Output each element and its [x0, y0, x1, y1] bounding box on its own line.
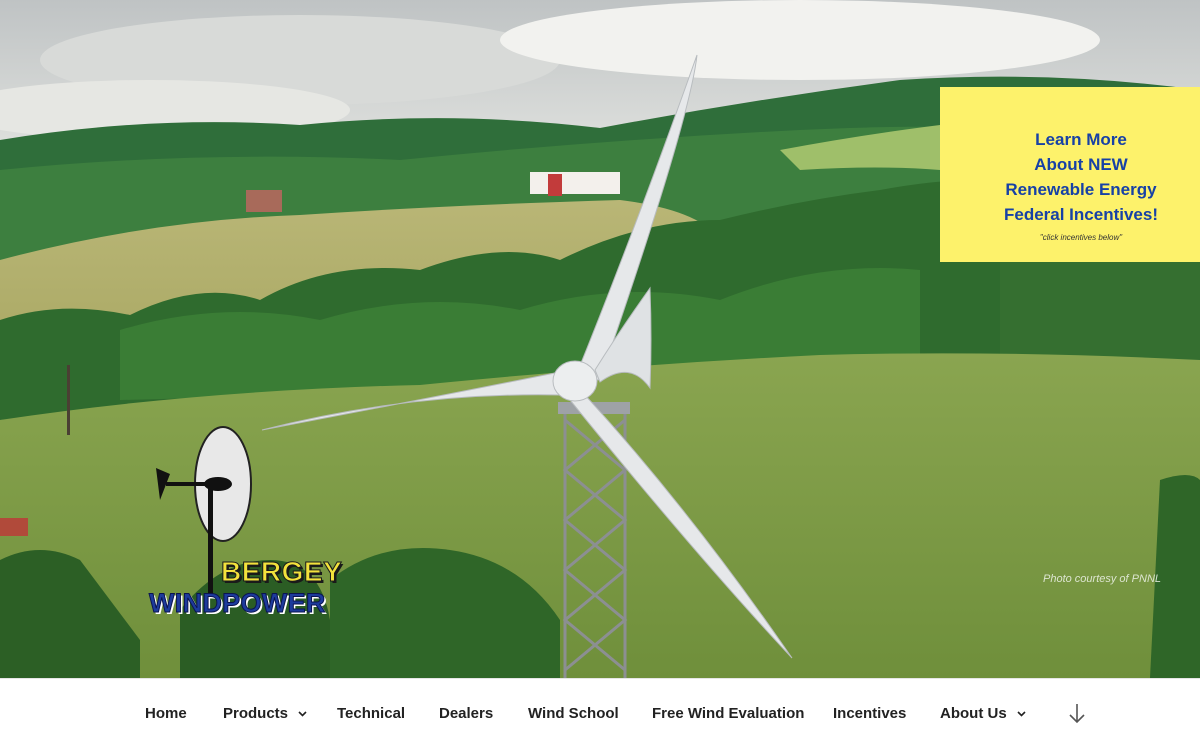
promo-line-3: Renewable Energy [1005, 180, 1157, 199]
nav-item-about-us[interactable]: About Us [940, 704, 1026, 724]
nav-label: Free Wind Evaluation [652, 705, 805, 722]
promo-line-2: About NEW [1034, 155, 1128, 174]
scroll-down-button[interactable] [1066, 701, 1088, 727]
chevron-down-icon [298, 711, 307, 717]
arrow-down-icon [1069, 704, 1085, 724]
promo-line-1: Learn More [1035, 130, 1127, 149]
site-logo[interactable]: BERGEY WINDPOWER [148, 424, 398, 624]
nav-item-free-wind-evaluation[interactable]: Free Wind Evaluation [652, 704, 804, 724]
nav-item-products[interactable]: Products [223, 704, 307, 724]
nav-label: About Us [940, 705, 1007, 722]
nav-label: Technical [337, 705, 406, 722]
main-menu: Home Products Technical Dealers Wind Sch… [0, 679, 1200, 751]
incentives-promo-banner[interactable]: Learn More About NEW Renewable Energy Fe… [940, 87, 1200, 262]
nav-item-dealers[interactable]: Dealers [439, 704, 493, 724]
promo-title: Learn More About NEW Renewable Energy Fe… [940, 127, 1200, 227]
nav-item-wind-school[interactable]: Wind School [528, 704, 619, 724]
logo-text-windpower: WINDPOWER [149, 588, 326, 619]
nav-item-incentives[interactable]: Incentives [833, 704, 906, 724]
logo-text-bergey: BERGEY [220, 556, 343, 588]
nav-label: Wind School [528, 705, 619, 722]
nav-label: Products [223, 705, 289, 722]
nav-item-home[interactable]: Home [145, 704, 187, 724]
nav-item-technical[interactable]: Technical [337, 704, 405, 724]
promo-subtext: "click incentives below" [1039, 233, 1123, 242]
chevron-down-icon [1017, 711, 1026, 717]
photo-credit: Photo courtesy of PNNL [1043, 573, 1162, 585]
hero-banner: Learn More About NEW Renewable Energy Fe… [0, 0, 1200, 678]
nav-label: Home [145, 705, 187, 722]
nav-label: Incentives [833, 705, 907, 722]
main-navigation-bar: Home Products Technical Dealers Wind Sch… [0, 678, 1200, 751]
promo-line-4: Federal Incentives! [1003, 205, 1158, 224]
nav-label: Dealers [439, 705, 494, 722]
